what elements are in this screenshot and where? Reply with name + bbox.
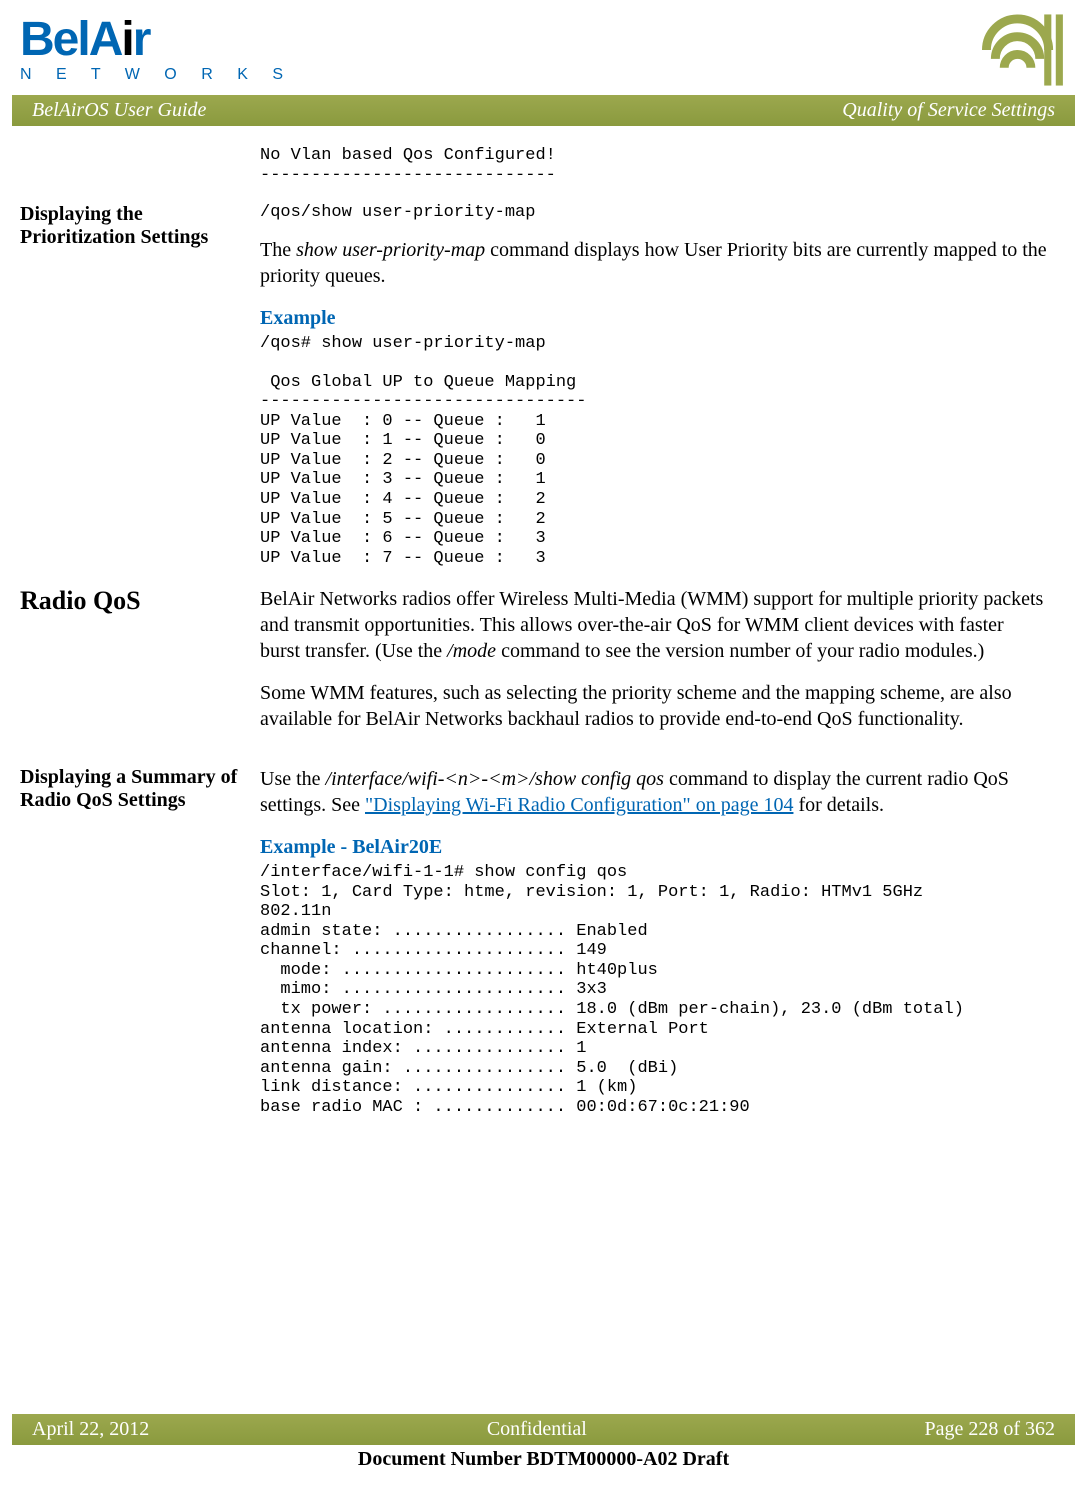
radioqos-p1: BelAir Networks radios offer Wireless Mu… [260,586,1047,664]
content: No Vlan based Qos Configured! ----------… [0,126,1087,1117]
logo-i: i [121,13,132,66]
summary-heading: Displaying a Summary of Radio QoS Settin… [20,766,240,812]
text: Use the [260,768,326,790]
prioritization-desc: The show user-priority-map command displ… [260,237,1047,289]
radioqos-p2: Some WMM features, such as selecting the… [260,680,1047,732]
vlan-block: No Vlan based Qos Configured! ----------… [20,146,1047,185]
summary-p1: Use the /interface/wifi-<n>-<m>/show con… [260,766,1047,818]
page-header: BelAir N E T W O R K S [0,0,1087,95]
command-name: /interface/wifi-<n>-<m>/show config qos [326,768,664,790]
command-name: show user-priority-map [296,239,485,261]
radioqos-heading: Radio QoS [20,586,240,616]
text: The [260,239,296,261]
text: command to see the version number of you… [496,640,984,662]
logo-r: r [133,13,150,66]
prioritization-section: Displaying the Prioritization Settings /… [20,203,1047,568]
footer-doc-number: Document Number BDTM00000-A02 Draft [12,1448,1075,1471]
footer-page: Page 228 of 362 [924,1418,1055,1441]
vlan-code: No Vlan based Qos Configured! ----------… [260,146,1047,185]
footer: April 22, 2012 Confidential Page 228 of … [12,1414,1075,1471]
summary-section: Displaying a Summary of Radio QoS Settin… [20,766,1047,1117]
title-bar: BelAirOS User Guide Quality of Service S… [12,95,1075,126]
link-display-wifi-config[interactable]: "Displaying Wi-Fi Radio Configuration" o… [365,794,793,816]
logo-text: BelAir [20,16,293,64]
text: for details. [793,794,884,816]
footer-date: April 22, 2012 [32,1418,149,1441]
logo-subtitle: N E T W O R K S [20,66,293,84]
summary-example: /interface/wifi-1-1# show config qos Slo… [260,863,1047,1117]
prioritization-cmd: /qos/show user-priority-map [260,203,1047,223]
section-title: Quality of Service Settings [842,99,1055,122]
logo: BelAir N E T W O R K S [20,16,293,84]
example-label: Example [260,307,1047,330]
example-label-belair20e: Example - BelAir20E [260,836,1047,859]
footer-confidential: Confidential [487,1418,587,1441]
logo-bel: Bel [20,13,89,66]
prioritization-example: /qos# show user-priority-map Qos Global … [260,334,1047,569]
footer-green-bar: April 22, 2012 Confidential Page 228 of … [12,1414,1075,1445]
logo-a: A [89,13,122,66]
command-name: /mode [447,640,496,662]
radioqos-section: Radio QoS BelAir Networks radios offer W… [20,586,1047,748]
guide-title: BelAirOS User Guide [32,99,206,122]
corner-graphic-icon [977,10,1067,90]
prioritization-heading: Displaying the Prioritization Settings [20,203,240,249]
